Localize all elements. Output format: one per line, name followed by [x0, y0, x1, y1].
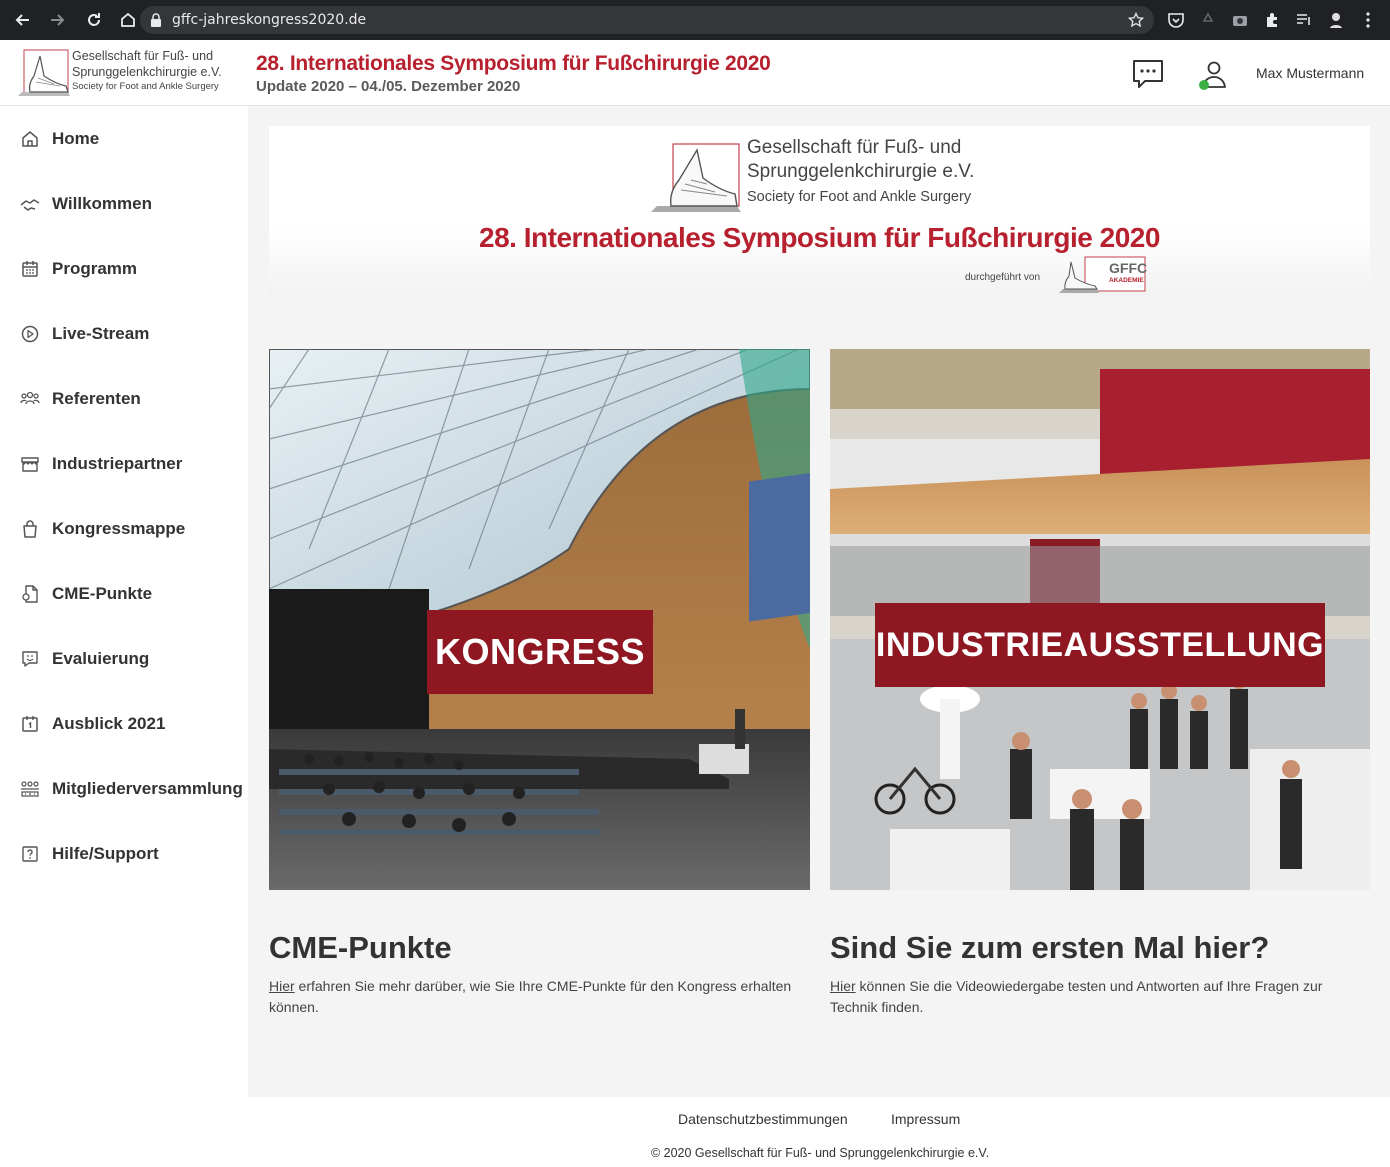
- browser-toolbar: gffc-jahreskongress2020.de: [0, 0, 1390, 40]
- forward-icon[interactable]: [46, 8, 70, 32]
- sidebar-item-industriepartner[interactable]: Industriepartner: [0, 444, 248, 484]
- gffc-subtext: AKADEMIE: [1109, 277, 1144, 284]
- sidebar-item-programm[interactable]: Programm: [0, 249, 248, 289]
- sidebar-item-label: Referenten: [52, 389, 141, 408]
- back-icon[interactable]: [10, 8, 34, 32]
- sidebar-item-label: Ausblick 2021: [52, 714, 166, 733]
- sidebar-item-label: Home: [52, 129, 100, 148]
- cme-text: erfahren Sie mehr darüber, wie Sie Ihre …: [269, 978, 792, 1015]
- sidebar-item-label: Evaluierung: [52, 649, 150, 668]
- industrieausstellung-label: INDUSTRIEAUSSTELLUNG: [875, 603, 1325, 687]
- sidebar-item-kongressmappe[interactable]: Kongressmappe: [0, 509, 248, 549]
- home-browser-icon[interactable]: [116, 8, 140, 32]
- bag-icon: [23, 520, 37, 538]
- banner-by-text: durchgeführt von: [965, 272, 1041, 283]
- lock-icon: [151, 13, 161, 27]
- people-icon: [20, 391, 40, 405]
- menu-dots-icon[interactable]: [1359, 11, 1377, 29]
- cme-description: Hier erfahren Sie mehr darüber, wie Sie …: [269, 976, 799, 1018]
- sidebar-item-ausblick[interactable]: Ausblick 2021: [0, 704, 248, 744]
- sidebar: Home Willkommen Programm Live-Stream Ref…: [0, 106, 248, 1097]
- help-icon: [22, 846, 38, 862]
- sidebar-item-label: Live-Stream: [52, 324, 150, 343]
- cme-link[interactable]: Hier: [269, 978, 295, 994]
- sidebar-item-label: Industriepartner: [52, 454, 183, 473]
- sidebar-item-hilfe[interactable]: Hilfe/Support: [0, 834, 248, 874]
- sidebar-item-willkommen[interactable]: Willkommen: [0, 184, 248, 224]
- copyright: © 2020 Gesellschaft für Fuß- und Sprungg…: [650, 1146, 990, 1160]
- industrieausstellung-tile[interactable]: INDUSTRIEAUSSTELLUNG: [830, 349, 1370, 890]
- document-icon: [22, 585, 38, 603]
- pocket-icon[interactable]: [1167, 11, 1185, 29]
- first-visit-text: können Sie die Videowiedergabe testen un…: [830, 978, 1323, 1015]
- banner-logo-line-2: Sprunggelenkchirurgie e.V.: [747, 161, 975, 182]
- hero-banner: Gesellschaft für Fuß- und Sprunggelenkch…: [269, 126, 1370, 296]
- first-visit-link[interactable]: Hier: [830, 978, 856, 994]
- url-text: gffc-jahreskongress2020.de: [172, 12, 367, 28]
- sidebar-item-label: CME-Punkte: [52, 584, 153, 603]
- address-bar[interactable]: gffc-jahreskongress2020.de: [140, 6, 1154, 34]
- imprint-link[interactable]: Impressum: [891, 1111, 960, 1127]
- chat-icon[interactable]: [1131, 58, 1165, 90]
- logo-line-3: Society for Foot and Ankle Surgery: [72, 81, 219, 92]
- privacy-link[interactable]: Datenschutzbestimmungen: [678, 1111, 848, 1127]
- sidebar-item-home[interactable]: Home: [0, 119, 248, 159]
- sidebar-item-label: Hilfe/Support: [52, 844, 159, 863]
- banner-logo-line-3: Society for Foot and Ankle Surgery: [747, 189, 972, 205]
- banner-logo-text: Gesellschaft für Fuß- und Sprunggelenkch…: [747, 136, 974, 210]
- sidebar-item-label: Willkommen: [52, 194, 152, 213]
- assembly-icon: [21, 781, 39, 797]
- extensions-icon[interactable]: [1263, 11, 1281, 29]
- sidebar-item-referenten[interactable]: Referenten: [0, 379, 248, 419]
- online-status-dot: [1199, 80, 1209, 90]
- first-visit-description: Hier können Sie die Videowiedergabe test…: [830, 976, 1350, 1018]
- feedback-icon: [22, 651, 38, 667]
- bookmark-star-icon[interactable]: [1128, 12, 1144, 28]
- gffc-text: GFFC: [1109, 260, 1148, 276]
- kongress-label: KONGRESS: [427, 610, 653, 694]
- main-content: Gesellschaft für Fuß- und Sprunggelenkch…: [248, 106, 1390, 1097]
- home-icon: [22, 131, 38, 147]
- cme-title: CME-Punkte: [269, 930, 452, 965]
- profile-avatar-icon[interactable]: [1327, 11, 1345, 29]
- footer: Datenschutzbestimmungen Impressum © 2020…: [0, 1097, 1390, 1167]
- logo-line-1: Gesellschaft für Fuß- und: [72, 49, 214, 63]
- play-icon: [21, 325, 39, 343]
- user-name[interactable]: Max Mustermann: [1256, 65, 1364, 81]
- calendar-one-icon: [22, 716, 38, 732]
- app-header: Gesellschaft für Fuß- und Sprunggelenkch…: [0, 40, 1390, 106]
- reload-icon[interactable]: [82, 8, 106, 32]
- calendar-icon: [22, 261, 38, 277]
- banner-logo-line-1: Gesellschaft für Fuß- und: [747, 137, 962, 158]
- banner-title: 28. Internationales Symposium für Fußchi…: [479, 222, 1160, 253]
- recycle-icon[interactable]: [1199, 11, 1217, 29]
- header-logo-text: Gesellschaft für Fuß- und Sprunggelenkch…: [72, 48, 222, 94]
- sidebar-item-label: Kongressmappe: [52, 519, 186, 538]
- handshake-icon: [20, 199, 40, 211]
- sidebar-item-live-stream[interactable]: Live-Stream: [0, 314, 248, 354]
- logo-line-2: Sprunggelenkchirurgie e.V.: [72, 65, 222, 79]
- sidebar-item-mitgliederversammlung[interactable]: Mitgliederversammlung: [0, 769, 248, 809]
- sidebar-item-evaluierung[interactable]: Evaluierung: [0, 639, 248, 679]
- sidebar-item-label: Programm: [52, 259, 138, 278]
- first-visit-title: Sind Sie zum ersten Mal hier?: [830, 930, 1270, 965]
- store-icon: [21, 457, 39, 472]
- sidebar-item-label: Mitgliederversammlung: [52, 779, 243, 798]
- kongress-tile[interactable]: KONGRESS: [269, 349, 810, 890]
- camera-icon[interactable]: [1231, 11, 1249, 29]
- page-subtitle: Update 2020 – 04./05. Dezember 2020: [256, 78, 521, 95]
- sidebar-item-cme-punkte[interactable]: CME-Punkte: [0, 574, 248, 614]
- page-title: 28. Internationales Symposium für Fußchi…: [256, 52, 771, 75]
- media-queue-icon[interactable]: [1295, 11, 1313, 29]
